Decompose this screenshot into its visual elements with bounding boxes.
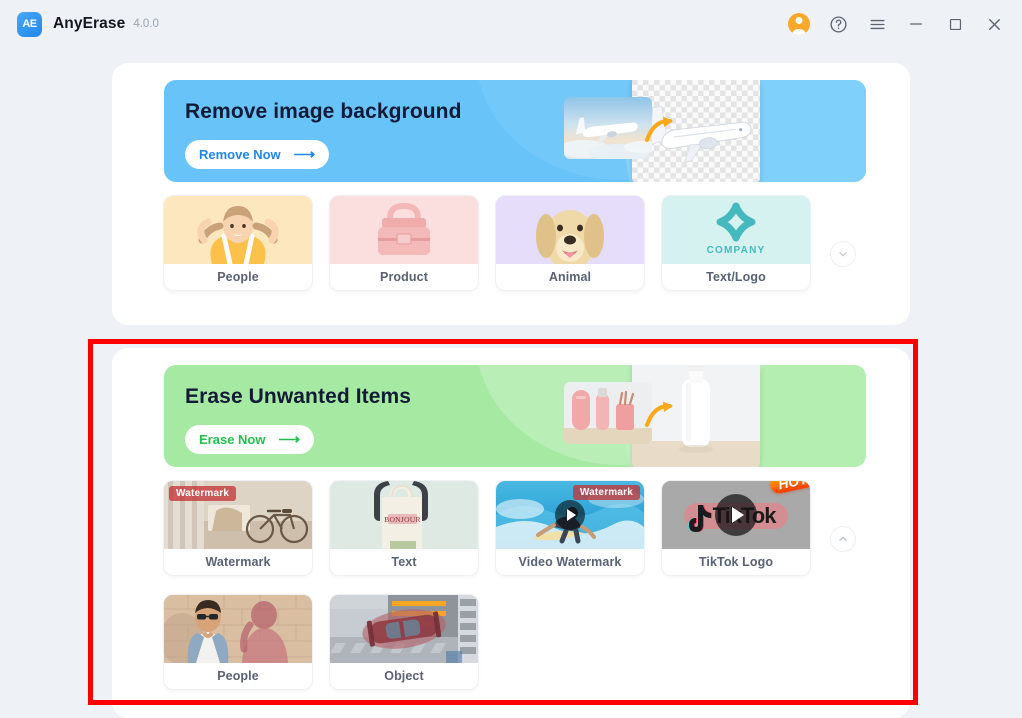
remove-background-banner[interactable]: Remove image background Remove Now ⟶ [164,80,866,182]
watermark-overlay-tag: Watermark [169,486,237,501]
tile-product[interactable]: Product [330,196,478,290]
tile-people[interactable]: People [164,196,312,290]
erase-now-label: Erase Now [199,432,266,447]
erase-items-banner[interactable]: Erase Unwanted Items Erase Now ⟶ [164,365,866,467]
erase-now-button[interactable]: Erase Now ⟶ [185,425,314,454]
golden-retriever-dog-thumbnail [496,196,644,264]
pink-handbag-thumbnail [330,196,478,264]
tile-text-logo[interactable]: COMPANY Text/Logo [662,196,810,290]
dog-art [496,196,644,264]
pink-bottles-photo-thumbnail [564,382,652,444]
tile-watermark[interactable]: Watermark Watermark [164,481,312,575]
section-erase-unwanted-items: Erase Unwanted Items Erase Now ⟶ Waterma… [112,348,910,718]
remove-now-button[interactable]: Remove Now ⟶ [185,140,330,169]
airplane-photo-thumbnail [564,97,652,159]
main-content: Remove image background Remove Now ⟶ Peo… [0,48,1022,718]
tile-label: Text [391,555,417,569]
app-title: AnyErase [53,15,126,32]
tile-label: Video Watermark [518,555,622,569]
curved-arrow-icon [645,116,673,142]
play-button[interactable] [715,494,757,536]
tile-label: People [217,270,259,284]
pink-handbag-art [330,196,478,264]
company-logo-text: COMPANY [706,245,766,256]
curved-arrow-icon [645,401,673,427]
chevron-down-icon [839,252,847,257]
minimize-icon [910,23,922,25]
help-button[interactable] [827,13,849,35]
remove-background-title: Remove image background [185,100,462,123]
app-version-label: 4.0.0 [133,18,159,30]
tile-text[interactable]: BONJOUR Text [330,481,478,575]
pink-bottles-art [564,382,652,444]
maximize-button[interactable] [944,13,966,35]
expand-remove-background-button[interactable] [830,241,856,267]
erase-items-title: Erase Unwanted Items [185,385,412,408]
title-bar: AE AnyErase 4.0.0 [0,0,1022,48]
account-button[interactable] [788,13,810,35]
hamburger-menu-icon [869,19,885,29]
airplane-sky-photo [564,97,652,159]
tile-label: Watermark [205,555,271,569]
app-logo-icon: AE [17,11,42,37]
tile-label: Product [380,270,428,284]
app-brand: AE AnyErase 4.0.0 [17,11,159,37]
tile-label: TikTok Logo [698,555,774,569]
close-button[interactable] [983,13,1005,35]
tile-label: Object [384,669,424,683]
company-logo-thumbnail: COMPANY [662,196,810,264]
man-wall-art [164,595,312,663]
tile-tiktok-logo[interactable]: TikTok HOT! TikTok Logo [662,481,810,575]
car-aerial-art [330,595,478,663]
play-button[interactable] [555,500,585,530]
remove-now-label: Remove Now [199,147,281,162]
tile-object[interactable]: Object [330,595,478,689]
girl-portrait-thumbnail [164,196,312,264]
tile-label: Animal [548,270,592,284]
girl-portrait-art [164,196,312,264]
section-remove-background: Remove image background Remove Now ⟶ Peo… [112,63,910,325]
tile-label: People [217,669,259,683]
arrow-right-icon: ⟶ [293,146,316,163]
tile-animal[interactable]: Animal [496,196,644,290]
bonjour-tote-bag-thumbnail: BONJOUR [330,481,478,549]
window-controls [788,13,1005,35]
remove-background-preview [564,80,804,182]
minimize-button[interactable] [905,13,927,35]
chevron-up-icon [839,536,847,541]
menu-button[interactable] [866,13,888,35]
svg-text:BONJOUR: BONJOUR [384,515,421,524]
tile-people-erase[interactable]: People [164,595,312,689]
red-car-aerial-thumbnail [330,595,478,663]
help-circle-icon [829,15,847,33]
close-icon [988,18,1000,30]
collapse-erase-items-button[interactable] [830,526,856,552]
tile-video-watermark[interactable]: Watermark Video Watermark [496,481,644,575]
maximize-icon [949,18,961,30]
man-sunglasses-wall-thumbnail [164,595,312,663]
watermark-overlay-tag: Watermark [572,485,640,500]
tile-label: Text/Logo [706,270,766,284]
arrow-right-icon: ⟶ [278,431,300,448]
tote-bag-art: BONJOUR [330,481,478,549]
erase-items-preview [564,365,804,467]
user-avatar-icon [788,13,810,35]
